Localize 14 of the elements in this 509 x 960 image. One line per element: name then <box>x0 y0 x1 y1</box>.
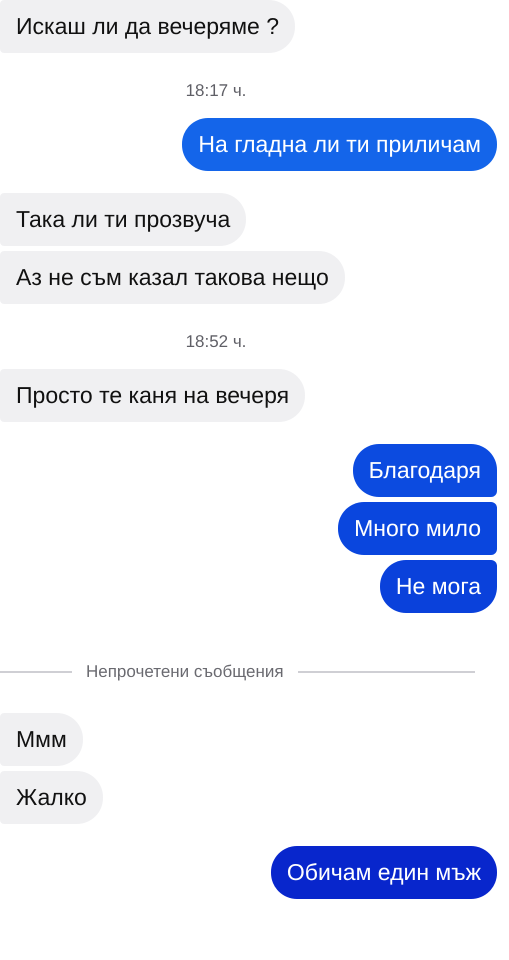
message-bubble[interactable]: Аз не съм казал такова нещо <box>0 251 345 304</box>
message-bubble[interactable]: Много мило <box>338 502 497 555</box>
message-bubble[interactable]: Искаш ли да вечеряме ? <box>0 0 296 53</box>
message-bubble[interactable]: Обичам един мъж <box>270 846 497 899</box>
message-bubble[interactable]: Така ли ти прозвуча <box>0 193 246 246</box>
unread-divider-label: Непрочетени съобщения <box>86 661 284 683</box>
timestamp: 18:17 ч. <box>186 80 246 102</box>
message-bubble[interactable]: Не мога <box>380 560 497 613</box>
message-bubble[interactable]: Ммм <box>0 713 83 766</box>
message-bubble[interactable]: Просто те каня на вечеря <box>0 369 306 422</box>
message-bubble[interactable]: Жалко <box>0 771 103 824</box>
message-bubble[interactable]: На гладна ли ти приличам <box>182 118 497 171</box>
timestamp: 18:52 ч. <box>186 331 246 353</box>
message-bubble[interactable]: Благодаря <box>352 444 497 497</box>
